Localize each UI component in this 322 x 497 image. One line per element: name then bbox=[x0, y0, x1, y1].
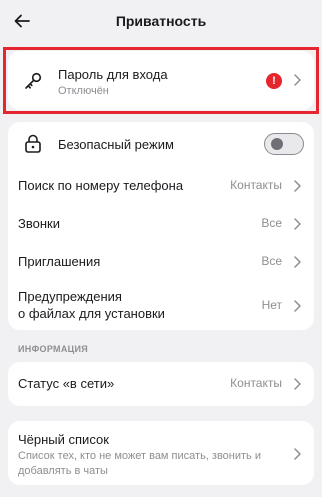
key-icon bbox=[22, 70, 44, 92]
chevron-right-icon bbox=[292, 179, 302, 193]
phone-search-value: Контакты bbox=[230, 178, 282, 192]
blacklist-description-line2: добавлять в чаты bbox=[18, 465, 108, 477]
file-warnings-title-line2: о файлах для установки bbox=[18, 306, 165, 321]
app-header: Приватность bbox=[0, 0, 322, 42]
online-status-title: Статус «в сети» bbox=[18, 376, 115, 391]
calls-row[interactable]: Звонки Все bbox=[8, 205, 314, 243]
file-warnings-value: Нет bbox=[261, 298, 282, 312]
chevron-right-icon bbox=[292, 73, 302, 87]
blacklist-description-line1: Список тех, кто не может вам писать, зво… bbox=[18, 450, 261, 462]
chevron-right-icon bbox=[292, 447, 302, 461]
calls-value: Все bbox=[261, 216, 282, 230]
toggle-knob bbox=[271, 138, 283, 150]
password-row[interactable]: Пароль для входа Отключён ! bbox=[8, 51, 314, 110]
back-arrow-icon bbox=[14, 14, 30, 28]
alert-icon: ! bbox=[266, 73, 282, 89]
blacklist-title: Чёрный список bbox=[18, 432, 109, 447]
file-warnings-title-line1: Предупреждения bbox=[18, 289, 122, 304]
invitations-value: Все bbox=[261, 254, 282, 268]
info-section-header: ИНФОРМАЦИЯ bbox=[18, 344, 89, 354]
chevron-right-icon bbox=[292, 255, 302, 269]
file-warnings-row[interactable]: Предупреждения о файлах для установки Не… bbox=[8, 281, 314, 330]
chevron-right-icon bbox=[292, 299, 302, 313]
online-status-card: Статус «в сети» Контакты bbox=[8, 362, 314, 406]
privacy-screen: Приватность Пароль для входа Отключён ! bbox=[0, 0, 322, 497]
privacy-settings-card: Безопасный режим Поиск по номеру телефон… bbox=[8, 122, 314, 330]
online-status-value: Контакты bbox=[230, 376, 282, 390]
chevron-right-icon bbox=[292, 217, 302, 231]
password-status: Отключён bbox=[58, 85, 109, 97]
phone-search-title: Поиск по номеру телефона bbox=[18, 178, 184, 193]
online-status-row[interactable]: Статус «в сети» Контакты bbox=[8, 362, 314, 406]
invitations-row[interactable]: Приглашения Все bbox=[8, 243, 314, 281]
calls-title: Звонки bbox=[18, 216, 60, 231]
lock-icon bbox=[22, 133, 44, 155]
page-title: Приватность bbox=[115, 13, 207, 29]
blacklist-row[interactable]: Чёрный список Список тех, кто не может в… bbox=[8, 421, 314, 485]
invitations-title: Приглашения bbox=[18, 254, 101, 269]
safe-mode-toggle[interactable] bbox=[264, 133, 304, 155]
password-title: Пароль для входа bbox=[58, 67, 168, 82]
chevron-right-icon bbox=[292, 377, 302, 391]
safe-mode-title: Безопасный режим bbox=[58, 137, 174, 152]
safe-mode-row[interactable]: Безопасный режим bbox=[8, 122, 314, 167]
blacklist-card: Чёрный список Список тех, кто не может в… bbox=[8, 421, 314, 485]
back-button[interactable] bbox=[8, 8, 36, 34]
phone-search-row[interactable]: Поиск по номеру телефона Контакты bbox=[8, 167, 314, 205]
password-card: Пароль для входа Отключён ! bbox=[8, 51, 314, 110]
